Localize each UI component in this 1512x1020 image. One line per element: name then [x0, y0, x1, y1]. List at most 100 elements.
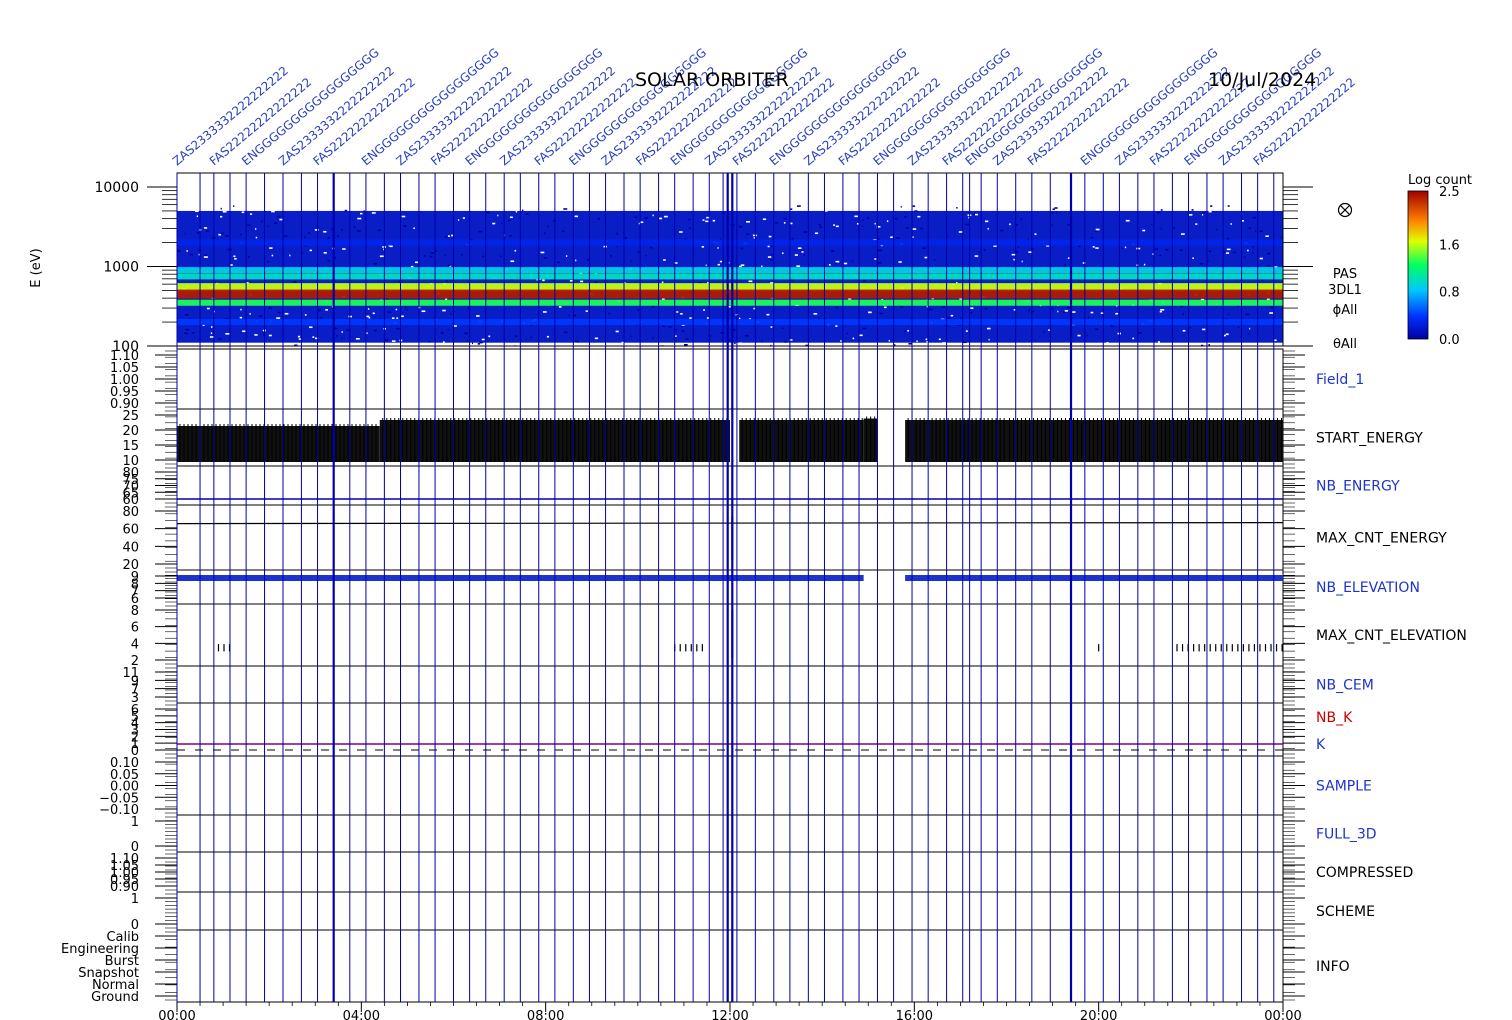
panel-label-nb-energy: NB_ENERGY [1316, 479, 1400, 495]
spectrogram-speckle [1247, 249, 1249, 252]
spectrogram-speckle [988, 338, 990, 341]
spectrogram-speckle [1247, 333, 1250, 335]
spectrogram-speckle [186, 250, 188, 252]
spectrogram-speckle [444, 235, 447, 238]
spectrogram-speckle [1157, 211, 1161, 214]
spectrogram-speckle [904, 215, 907, 218]
spectrogram-speckle [904, 330, 906, 333]
spectrogram-speckle [284, 312, 289, 315]
spectrogram-speckle [1254, 230, 1257, 233]
spectrogram-speckle [1259, 257, 1263, 260]
spectrogram-speckle [240, 233, 242, 236]
spectrogram-speckle [514, 249, 517, 252]
spectrogram-speckle [467, 307, 469, 309]
spectrogram-speckle [308, 232, 311, 234]
xtick-label: 04:00 [343, 1009, 380, 1020]
spectrogram-speckle [912, 205, 916, 207]
spectrogram-speckle [413, 227, 415, 230]
xtick-label: 20:00 [1080, 1009, 1117, 1020]
spectrogram-speckle [387, 311, 392, 313]
panel-frame [176, 504, 1284, 571]
spectrogram-energy-band [177, 273, 1283, 280]
spectrogram-speckle [676, 311, 679, 313]
spectrogram-speckle [206, 307, 210, 310]
spectrogram-speckle [1188, 214, 1193, 216]
colorbar-tick-label: 1.6 [1439, 238, 1460, 253]
spectrogram-speckle [1210, 205, 1213, 207]
spectrogram-speckle [492, 222, 496, 225]
spectrogram-speckle [249, 313, 251, 315]
spectrogram-speckle [987, 227, 989, 230]
spectrogram-speckle [784, 341, 787, 343]
spectrogram-speckle [856, 222, 859, 225]
spectrogram-speckle [781, 327, 784, 330]
xtick-label: 00:00 [158, 1009, 195, 1020]
spectrogram-speckle [783, 217, 787, 220]
spectrogram-speckle [782, 252, 784, 255]
spectrogram-speckle [970, 307, 974, 309]
spectrogram-speckle [267, 260, 270, 263]
spectrogram-speckle [1264, 343, 1268, 345]
panel-max-cnt-energy: 80604020MAX_CNT_ENERGY [122, 504, 1447, 573]
spectrogram-speckle [1106, 342, 1109, 344]
panel-label-info: INFO [1316, 959, 1350, 975]
spectrogram-speckle [255, 236, 258, 239]
panel-ytick-label: 40 [122, 540, 139, 555]
spectrogram-speckle [1087, 316, 1090, 319]
spectrogram-speckle [710, 206, 712, 208]
spectrogram-speckle [398, 280, 401, 283]
spectrogram-speckle [396, 327, 400, 330]
spectrogram-speckle [336, 235, 340, 237]
spectrogram-speckle [428, 340, 431, 343]
panel-label-nb-k: NB_K [1316, 710, 1353, 726]
spectrogram-speckle [916, 340, 918, 343]
spectrogram-speckle [327, 260, 331, 262]
panel-frame [176, 891, 1284, 931]
spectrogram-speckle [652, 214, 654, 217]
spectrogram-speckle [488, 335, 491, 338]
spectrogram-speckle [478, 230, 482, 233]
spectrogram-speckle [269, 247, 273, 249]
spectrogram-speckle [279, 218, 283, 221]
spectrogram-speckle [907, 329, 910, 332]
spectrogram-speckle [970, 311, 973, 314]
spectrogram-speckle [1013, 258, 1015, 261]
spectrogram-speckle [630, 260, 633, 263]
spectrogram-speckle [914, 210, 918, 212]
spectrogram-speckle [1017, 246, 1020, 249]
spectrogram-speckle [1259, 230, 1263, 233]
spectrogram-speckle [917, 205, 919, 207]
spectrogram-speckle [1274, 339, 1277, 342]
spectrogram-speckle [447, 264, 451, 267]
spectrogram-speckle [476, 315, 480, 317]
spectrogram-speckle [1095, 228, 1100, 231]
spectrogram-speckle [854, 215, 858, 218]
spectrogram-speckle [925, 338, 928, 341]
spectrogram-speckle [828, 263, 831, 266]
spectrogram-speckle [344, 209, 348, 212]
spectrogram-speckle [445, 279, 449, 282]
spectrogram-speckle [609, 255, 612, 257]
spectrogram-speckle [912, 228, 917, 230]
spectrogram-speckle [462, 217, 465, 219]
spectrogram-speckle [191, 331, 195, 334]
spectrogram-speckle [499, 255, 502, 258]
spectrogram-speckle [542, 279, 545, 282]
spectrogram-speckle [1243, 256, 1246, 259]
spectrogram-speckle [457, 219, 460, 221]
spectrogram-speckle [486, 211, 490, 214]
spectrogram-speckle [1157, 341, 1161, 343]
spectrogram-speckle [1233, 251, 1236, 254]
spectrogram-speckle [746, 220, 750, 223]
spectrogram-speckle [965, 330, 968, 332]
spectrogram-speckle [739, 317, 741, 320]
spectrogram-speckle [575, 259, 577, 262]
spectrogram-speckle [843, 262, 848, 265]
spectrogram-speckle [701, 245, 705, 248]
spectrogram-speckle [1095, 247, 1099, 249]
spectrogram-energy-band [177, 289, 1283, 299]
spectrogram-speckle [762, 218, 767, 221]
spectrogram-speckle [184, 313, 189, 316]
panel-ytick-label: 8 [131, 604, 139, 619]
spectrogram-speckle [189, 253, 193, 256]
